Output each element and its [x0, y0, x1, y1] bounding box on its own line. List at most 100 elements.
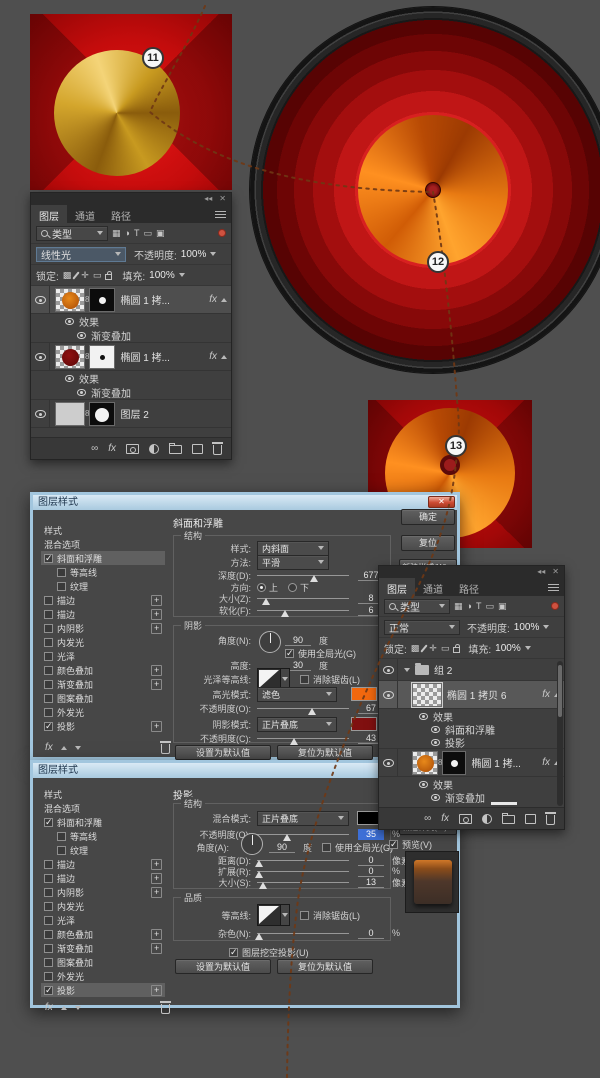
global-light-checkbox[interactable]	[322, 843, 331, 852]
filter-smart-object-icon[interactable]: ▣	[156, 229, 165, 238]
effect-styles-item[interactable]: 样式	[41, 787, 165, 801]
anti-alias-checkbox[interactable]	[300, 911, 309, 920]
fx-list-icon[interactable]: fx	[45, 742, 53, 753]
preview-checkbox[interactable]	[389, 840, 398, 849]
effects-row[interactable]: 效果	[31, 314, 231, 329]
layer-mask-thumbnail[interactable]	[89, 402, 115, 426]
lock-transparency-icon[interactable]: ▩	[411, 644, 420, 653]
delete-layer-icon[interactable]	[546, 815, 555, 825]
highlight-mode-select[interactable]: 滤色	[257, 687, 337, 702]
delete-effect-icon[interactable]	[161, 1004, 170, 1014]
effect-gradient-overlay-item[interactable]: 渐变叠加	[41, 677, 165, 691]
opacity-slider[interactable]	[257, 834, 349, 835]
dialog-title-bar[interactable]: 图层样式	[33, 495, 457, 510]
filter-type-layers-icon[interactable]: T	[476, 602, 482, 611]
visibility-eye-icon[interactable]	[77, 389, 86, 396]
fill-value[interactable]: 100%	[495, 643, 521, 654]
effect-color-overlay-item[interactable]: 颜色叠加	[41, 927, 165, 941]
checkbox[interactable]	[44, 930, 53, 939]
anti-alias-checkbox[interactable]	[300, 675, 309, 684]
checkbox[interactable]	[57, 846, 66, 855]
collapse-effects-icon[interactable]	[221, 298, 227, 302]
new-layer-icon[interactable]	[192, 444, 203, 454]
close-icon[interactable]	[428, 496, 455, 508]
checkbox[interactable]	[44, 610, 53, 619]
effect-stroke-item[interactable]: 描边	[41, 857, 165, 871]
filter-shape-icon[interactable]: ▭	[485, 602, 494, 611]
visibility-eye-icon[interactable]	[65, 375, 74, 382]
add-adjustment-icon[interactable]	[149, 444, 159, 454]
add-instance-icon[interactable]	[151, 595, 162, 606]
effect-inner-shadow-item[interactable]: 内阴影	[41, 621, 165, 635]
effect-item-row[interactable]: 渐变叠加	[379, 791, 564, 804]
layer-thumbnail[interactable]	[55, 402, 85, 426]
new-group-icon[interactable]	[502, 815, 515, 824]
fill-caret-icon[interactable]	[525, 646, 531, 650]
effect-blending-options-item[interactable]: 混合选项	[41, 537, 165, 551]
collapse-panel-icon[interactable]: ◂◂	[204, 194, 212, 204]
effect-stroke-item[interactable]: 描边	[41, 871, 165, 885]
tab-layers[interactable]: 图层	[31, 205, 67, 223]
shadow-color-swatch[interactable]	[351, 717, 377, 731]
tab-paths[interactable]: 路径	[103, 205, 139, 223]
size-value[interactable]: 13	[358, 877, 384, 888]
checkbox[interactable]	[57, 568, 66, 577]
link-layers-icon[interactable]	[424, 813, 431, 824]
effect-drop-shadow-item[interactable]: 投影	[41, 719, 165, 733]
reset-button[interactable]: 复位	[401, 535, 455, 551]
fx-badge[interactable]: fx	[209, 294, 217, 305]
effects-row[interactable]: 效果	[379, 777, 564, 791]
shadow-mode-select[interactable]: 正片叠底	[257, 717, 337, 732]
tab-paths[interactable]: 路径	[451, 578, 487, 596]
contour-picker-caret[interactable]	[281, 904, 290, 926]
tab-channels[interactable]: 通道	[415, 578, 451, 596]
visibility-eye-icon[interactable]	[431, 726, 440, 733]
checkbox[interactable]	[44, 860, 53, 869]
checkbox[interactable]	[44, 554, 53, 563]
add-instance-icon[interactable]	[151, 943, 162, 954]
noise-value[interactable]: 0	[358, 928, 384, 939]
visibility-eye-icon[interactable]	[419, 713, 428, 720]
layer-name[interactable]: 椭圆 1 拷...	[120, 349, 169, 364]
checkbox[interactable]	[44, 958, 53, 967]
effect-inner-shadow-item[interactable]: 内阴影	[41, 885, 165, 899]
collapse-panel-icon[interactable]: ◂◂	[537, 567, 545, 577]
opacity-value[interactable]: 100%	[514, 622, 540, 633]
lock-paint-icon[interactable]	[73, 271, 80, 279]
effect-drop-shadow-item[interactable]: 投影	[41, 983, 165, 997]
soften-slider[interactable]	[257, 610, 349, 611]
filter-adjustment-icon[interactable]: ◑	[467, 602, 472, 611]
record-disc[interactable]	[250, 7, 600, 373]
set-default-button[interactable]: 设置为默认值	[175, 745, 271, 760]
effect-contour-item[interactable]: 等高线	[41, 565, 165, 579]
knockout-checkbox[interactable]	[229, 948, 238, 957]
lock-move-icon[interactable]: ✛	[429, 644, 437, 653]
new-group-icon[interactable]	[169, 445, 182, 454]
link-layers-icon[interactable]	[91, 443, 98, 454]
reset-default-button[interactable]: 复位为默认值	[277, 745, 373, 760]
effect-outer-glow-item[interactable]: 外发光	[41, 969, 165, 983]
filter-toggle-icon[interactable]	[551, 602, 559, 610]
group-row[interactable]: 组 2	[379, 659, 564, 681]
effect-texture-item[interactable]: 纹理	[41, 579, 165, 593]
scrollbar-track[interactable]	[557, 661, 563, 806]
layer-name[interactable]: 椭圆 1 拷...	[120, 292, 169, 307]
angle-dial[interactable]	[259, 631, 281, 653]
visibility-eye-icon[interactable]	[65, 318, 74, 325]
layer-row-ellipse1b[interactable]: 8 椭圆 1 拷... fx	[31, 343, 231, 371]
contour-thumbnail[interactable]	[257, 904, 281, 926]
effect-item-row[interactable]: 渐变叠加	[31, 386, 231, 400]
reset-default-button[interactable]: 复位为默认值	[277, 959, 373, 974]
bevel-style-select[interactable]: 内斜面	[257, 541, 329, 556]
distance-slider[interactable]	[257, 860, 349, 861]
lock-paint-icon[interactable]	[421, 644, 428, 652]
angle-dial[interactable]	[241, 833, 263, 855]
checkbox[interactable]	[44, 722, 53, 731]
filter-toggle-icon[interactable]	[218, 229, 226, 237]
filter-type-layers-icon[interactable]: T	[134, 229, 140, 238]
add-instance-icon[interactable]	[151, 887, 162, 898]
filter-pixel-icon[interactable]: ▦	[112, 229, 121, 238]
visibility-eye-icon[interactable]	[383, 691, 394, 699]
visibility-eye-icon[interactable]	[77, 332, 86, 339]
checkbox[interactable]	[44, 708, 53, 717]
